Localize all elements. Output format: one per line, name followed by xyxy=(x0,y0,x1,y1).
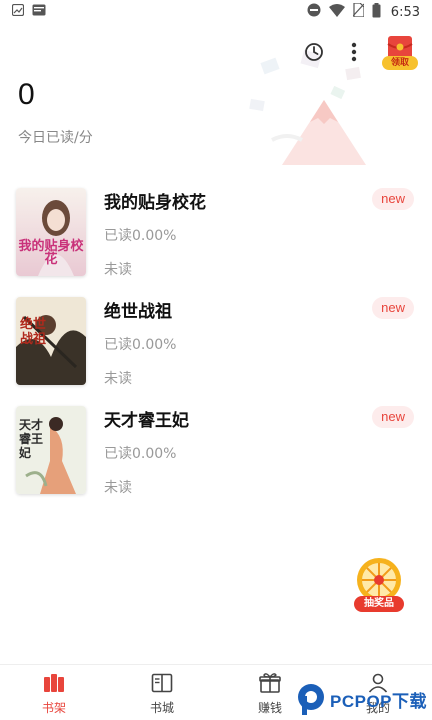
book-progress: 已读0.00% xyxy=(104,228,177,244)
today-read-minutes: 0 xyxy=(18,78,35,111)
open-book-icon xyxy=(151,673,173,693)
top-actions: 领取 xyxy=(302,34,418,70)
watermark-brand: PCPOP xyxy=(330,691,393,711)
image-notification-icon xyxy=(11,3,25,20)
new-badge: new xyxy=(372,188,414,210)
gift-icon xyxy=(259,673,281,693)
book-cover-title: 天才睿王妃 xyxy=(19,418,44,460)
tab-label: 书城 xyxy=(149,701,174,715)
book-title[interactable]: 我的贴身校花 xyxy=(104,188,206,213)
book-cover[interactable]: 天才睿王妃 xyxy=(16,406,86,494)
message-notification-icon xyxy=(32,4,46,20)
book-cover-title: 我的贴身校花 xyxy=(18,239,84,267)
book-cover-title: 绝世战祖 xyxy=(20,317,47,347)
bookshelf-icon xyxy=(44,674,64,692)
status-right: 6:53 xyxy=(307,2,420,22)
new-badge: new xyxy=(372,297,414,319)
book-item[interactable]: 绝世战祖 绝世战祖 已读0.00% 未读 new xyxy=(0,295,432,404)
battery-icon xyxy=(372,2,381,22)
history-icon xyxy=(305,43,323,61)
watermark-text: PCPOP下载 xyxy=(330,687,427,712)
book-read-status: 未读 xyxy=(104,262,132,278)
book-cover[interactable]: 绝世战祖 xyxy=(16,297,86,385)
new-badge: new xyxy=(372,406,414,428)
wifi-icon xyxy=(328,3,345,21)
lucky-draw-label: 抽奖品 xyxy=(354,596,404,612)
tab-label: 赚钱 xyxy=(257,701,282,715)
book-read-status: 未读 xyxy=(104,480,132,496)
red-packet-label: 领取 xyxy=(382,56,418,70)
tab-bookshelf[interactable]: 书架 xyxy=(0,665,108,720)
history-button[interactable] xyxy=(302,40,326,64)
today-read-caption: 今日已读/分 xyxy=(18,130,93,146)
bookshelf-list: 我的贴身校花 我的贴身校花 已读0.00% 未读 new 绝世战祖 绝世战祖 已… xyxy=(0,186,432,513)
pcpop-watermark: PCPOP下载 xyxy=(296,678,432,720)
book-item[interactable]: 天才睿王妃 天才睿王妃 已读0.00% 未读 new xyxy=(0,404,432,513)
no-sim-icon xyxy=(352,2,365,21)
more-menu-button[interactable] xyxy=(342,40,366,64)
book-title[interactable]: 绝世战祖 xyxy=(104,297,172,322)
book-cover[interactable]: 我的贴身校花 xyxy=(16,188,86,276)
status-time: 6:53 xyxy=(390,4,420,20)
tab-bookstore[interactable]: 书城 xyxy=(108,665,216,720)
pcpop-logo-icon xyxy=(298,684,324,715)
book-item[interactable]: 我的贴身校花 我的贴身校花 已读0.00% 未读 new xyxy=(0,186,432,295)
status-left xyxy=(11,3,46,20)
red-packet-claim-button[interactable]: 领取 xyxy=(382,34,418,70)
more-vertical-icon xyxy=(351,42,357,62)
book-read-status: 未读 xyxy=(104,371,132,387)
watermark-suffix: 下载 xyxy=(392,691,428,711)
do-not-disturb-icon xyxy=(307,3,321,21)
book-progress: 已读0.00% xyxy=(104,337,177,353)
book-progress: 已读0.00% xyxy=(104,446,177,462)
status-bar: 6:53 xyxy=(0,0,432,24)
book-title[interactable]: 天才睿王妃 xyxy=(104,406,189,431)
tab-label: 书架 xyxy=(41,701,66,715)
lucky-draw-button[interactable]: 抽奖品 xyxy=(352,556,406,612)
